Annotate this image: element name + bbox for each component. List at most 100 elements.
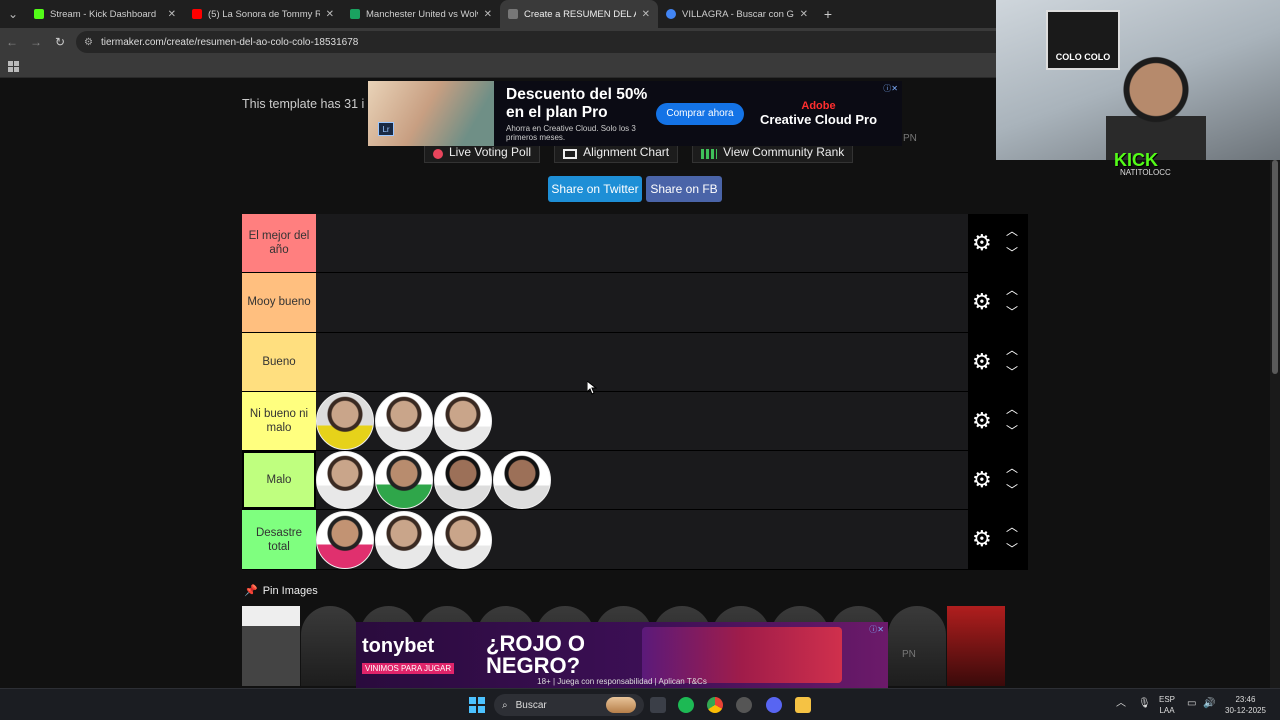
reload-icon[interactable]: ↻ [48, 28, 72, 56]
chevron-up-icon[interactable]: ︿ [1006, 400, 1018, 417]
chevron-down-icon[interactable]: ﹀ [1006, 481, 1018, 498]
chevron-up-icon[interactable]: ︿ [1006, 459, 1018, 476]
tier-items[interactable] [316, 214, 968, 272]
bottom-ad-banner[interactable]: tonybet VINIMOS PARA JUGAR ¿ROJO O NEGRO… [356, 622, 888, 688]
close-icon[interactable]: ✕ [484, 9, 492, 20]
tab-kick-dashboard[interactable]: Stream - Kick Dashboard ✕ [26, 0, 184, 28]
share-fb-button[interactable]: Share on FB [646, 176, 722, 202]
gear-icon[interactable]: ⚙ [972, 469, 992, 491]
tab-tiermaker[interactable]: Create a RESUMEN DEL AÑO C ✕ [500, 0, 658, 28]
chevron-down-icon[interactable]: ﹀ [1006, 363, 1018, 380]
file-explorer-icon[interactable] [795, 697, 811, 713]
ad-brand: Creative Cloud Pro [760, 112, 878, 127]
pin-images-toggle[interactable]: 📌 Pin Images [244, 584, 318, 598]
site-info-icon[interactable]: ⚙ [84, 37, 93, 48]
windows-taskbar: ⌕ Buscar ︿ 🎙 ESP LAA ▭ 🔊 23:46 30-12-202… [0, 688, 1280, 720]
tier-label[interactable]: Bueno [242, 332, 316, 391]
tier-items[interactable] [316, 510, 968, 569]
clock[interactable]: 23:46 30-12-2025 [1225, 694, 1266, 716]
chevron-up-icon[interactable]: ︿ [1006, 281, 1018, 298]
url-text: tiermaker.com/create/resumen-del-ao-colo… [100, 36, 359, 48]
pool-image[interactable] [888, 606, 947, 686]
tier-items[interactable] [316, 333, 968, 391]
pin-images-label: Pin Images [262, 584, 318, 597]
gear-icon[interactable]: ⚙ [972, 232, 992, 254]
tier-items[interactable] [316, 392, 968, 451]
spotify-icon[interactable] [678, 697, 694, 713]
gear-icon[interactable]: ⚙ [972, 350, 992, 372]
volume-icon[interactable]: 🔊 [1203, 698, 1215, 709]
tab-search-menu-icon[interactable]: ⌄ [0, 0, 26, 28]
tier-label[interactable]: Ni bueno ni malo [242, 391, 316, 451]
player-image[interactable] [316, 510, 374, 569]
share-twitter-button[interactable]: Share on Twitter [548, 176, 642, 202]
chevron-up-icon[interactable]: ︿ [1006, 518, 1018, 535]
ad-cta-button[interactable]: Comprar ahora [656, 102, 744, 125]
player-image[interactable] [434, 510, 492, 569]
pool-image[interactable] [947, 606, 1005, 686]
network-icon[interactable]: ▭ [1187, 698, 1196, 709]
back-icon[interactable]: ← [0, 28, 24, 56]
streamer [1106, 44, 1206, 160]
player-image[interactable] [316, 451, 374, 510]
url-input[interactable]: ⚙ tiermaker.com/create/resumen-del-ao-co… [76, 31, 1016, 53]
tier-controls: ⚙ ︿ ﹀ [968, 273, 1028, 332]
gear-icon[interactable]: ⚙ [972, 409, 992, 431]
pool-image[interactable] [242, 606, 300, 686]
close-icon[interactable]: ✕ [326, 9, 334, 20]
tier-row: Desastre total ⚙ ︿ ﹀ [242, 510, 1028, 570]
windows-start-icon[interactable] [469, 697, 485, 713]
tier-items[interactable] [316, 273, 968, 331]
ad-info-icon[interactable]: ⓘ✕ [883, 83, 898, 94]
task-view-icon[interactable] [650, 697, 666, 713]
ad-info-icon[interactable]: ⓘ✕ [869, 624, 884, 635]
tier-label[interactable]: Mooy bueno [242, 273, 316, 332]
tier-label[interactable]: El mejor del año [242, 214, 316, 273]
language-indicator[interactable]: ESP LAA [1159, 694, 1175, 716]
tab-manchester[interactable]: Manchester United vs Wolverha ✕ [342, 0, 500, 28]
close-icon[interactable]: ✕ [642, 9, 650, 20]
new-tab-icon[interactable]: + [816, 0, 840, 28]
forward-icon[interactable]: → [24, 28, 48, 56]
gear-icon[interactable]: ⚙ [972, 528, 992, 550]
close-icon[interactable]: ✕ [800, 9, 808, 20]
player-image[interactable] [434, 451, 492, 510]
page-scrollbar[interactable] [1270, 78, 1280, 688]
obs-icon[interactable] [736, 697, 752, 713]
tier-label[interactable]: Desastre total [242, 510, 316, 569]
chevron-up-icon[interactable]: ︿ [1006, 222, 1018, 239]
chevron-up-icon[interactable]: ︿ [1116, 698, 1126, 709]
chevron-down-icon[interactable]: ﹀ [1006, 303, 1018, 320]
tab-google[interactable]: VILLAGRA - Buscar con Google ✕ [658, 0, 816, 28]
player-image[interactable] [375, 451, 433, 510]
chevron-up-icon[interactable]: ︿ [1006, 341, 1018, 358]
streamer-handle: NATITOLOCC [1120, 168, 1171, 177]
chrome-icon[interactable] [707, 697, 723, 713]
ad-headline: Descuento del 50% en el plan Pro [506, 85, 648, 121]
player-image[interactable] [434, 392, 492, 451]
player-image[interactable] [375, 510, 433, 569]
microphone-icon[interactable]: 🎙 [1138, 698, 1151, 709]
gear-icon[interactable]: ⚙ [972, 291, 992, 313]
chevron-down-icon[interactable]: ﹀ [1006, 422, 1018, 439]
scrollbar-thumb[interactable] [1272, 160, 1278, 374]
adobe-logo: Adobe [801, 100, 836, 112]
chevron-down-icon[interactable]: ﹀ [1006, 540, 1018, 557]
grid-icon [563, 149, 578, 159]
ad-tagline: VINIMOS PARA JUGAR [362, 662, 455, 674]
tier-label[interactable]: Malo [242, 451, 316, 510]
pool-image[interactable] [300, 606, 359, 686]
tier-items[interactable] [316, 451, 968, 510]
lang-text: ESP [1159, 695, 1176, 704]
tab-youtube[interactable]: (5) La Sonora de Tommy Rey - I ✕ [184, 0, 342, 28]
widget-icon[interactable] [606, 697, 636, 713]
top-ad-banner[interactable]: Lr Descuento del 50% en el plan Pro Ahor… [368, 81, 902, 146]
close-icon[interactable]: ✕ [168, 9, 176, 20]
discord-icon[interactable] [766, 697, 782, 713]
player-image[interactable] [316, 392, 374, 451]
player-image[interactable] [493, 451, 551, 510]
tier-row: Bueno ⚙ ︿ ﹀ [242, 332, 1028, 392]
player-image[interactable] [375, 392, 433, 451]
chevron-down-icon[interactable]: ﹀ [1006, 244, 1018, 261]
apps-grid-icon[interactable] [8, 61, 19, 72]
